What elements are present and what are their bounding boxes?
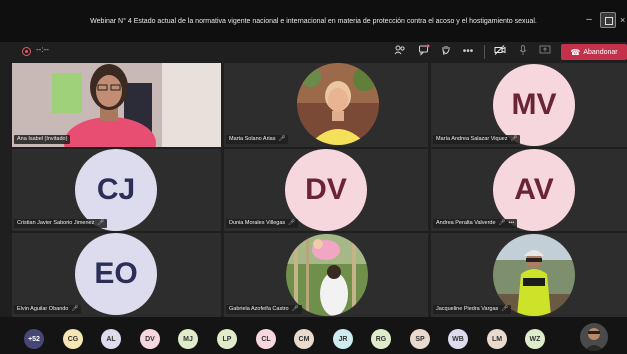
participant-avatar[interactable]: MJ bbox=[178, 329, 198, 349]
mic-muted-icon: 🎤︎ bbox=[291, 306, 299, 312]
participant-avatar[interactable]: CL bbox=[256, 329, 276, 349]
participant-name: Dunia Morales Villegas 🎤︎ bbox=[226, 219, 299, 228]
participant-tile[interactable]: Ana Isabel (Invitado) bbox=[12, 63, 221, 147]
participant-avatar[interactable]: RG bbox=[371, 329, 391, 349]
participant-avatar[interactable]: AL bbox=[101, 329, 121, 349]
participant-tile[interactable]: Marta Solano Arias 🎤︎ bbox=[224, 63, 428, 147]
mic-muted-icon: 🎤︎ bbox=[97, 220, 105, 226]
share-screen-icon[interactable] bbox=[537, 44, 553, 60]
phone-hangup-icon: ☎ bbox=[570, 47, 581, 57]
minimize-button[interactable]: – bbox=[582, 13, 596, 27]
mic-muted-icon: 🎤︎ bbox=[71, 306, 79, 312]
participant-name: Marta Solano Arias 🎤︎ bbox=[226, 135, 289, 144]
participant-avatar[interactable]: LP bbox=[217, 329, 237, 349]
title-bar: Webinar N° 4 Estado actual de la normati… bbox=[0, 0, 627, 42]
participant-name: Cristian Javier Saborio Jimenez 🎤︎ bbox=[14, 219, 108, 228]
leave-button[interactable]: ☎ Abandonar bbox=[561, 44, 627, 60]
maximize-button[interactable] bbox=[600, 12, 616, 28]
participant-avatar-photo bbox=[297, 63, 379, 145]
close-button[interactable]: × bbox=[620, 13, 627, 27]
participant-initials: EO bbox=[75, 233, 157, 315]
participant-name: Gabriela Azofeifa Castro 🎤︎ bbox=[226, 305, 302, 314]
self-video-thumbnail[interactable] bbox=[580, 323, 608, 351]
participant-tile[interactable]: EO Elvin Aguilar Obando 🎤︎ bbox=[12, 233, 221, 317]
mic-muted-icon: 🎤︎ bbox=[510, 136, 518, 142]
recording-icon bbox=[22, 47, 31, 56]
participant-avatar[interactable]: LM bbox=[487, 329, 507, 349]
participant-tile[interactable]: AV Andrea Peralta Valverde 🎤︎ ••• bbox=[431, 149, 627, 231]
participant-avatar[interactable]: CG bbox=[63, 329, 83, 349]
meeting-toolbar: --:-- ••• ☎ Abandonar bbox=[0, 42, 627, 63]
more-options-icon[interactable]: ••• bbox=[509, 220, 515, 226]
recording-time: --:-- bbox=[36, 45, 49, 54]
participant-name: María Andrea Salazar Viquez 🎤︎ bbox=[433, 135, 521, 144]
mic-muted-icon: 🎤︎ bbox=[288, 220, 296, 226]
participant-avatar[interactable]: WB bbox=[448, 329, 468, 349]
participants-icon[interactable] bbox=[392, 44, 408, 60]
participant-name: Jacqueline Piedra Vargas 🎤︎ bbox=[433, 305, 512, 314]
participant-tile[interactable]: MV María Andrea Salazar Viquez 🎤︎ bbox=[431, 63, 627, 147]
participant-avatar[interactable]: SP bbox=[410, 329, 430, 349]
video-grid: Ana Isabel (Invitado) Marta Solano Arias… bbox=[12, 63, 627, 317]
participant-avatar[interactable]: CM bbox=[294, 329, 314, 349]
participant-tile[interactable]: CJ Cristian Javier Saborio Jimenez 🎤︎ bbox=[12, 149, 221, 231]
participant-name: Elvin Aguilar Obando 🎤︎ bbox=[14, 305, 82, 314]
participant-initials: MV bbox=[493, 64, 575, 146]
chat-icon[interactable] bbox=[416, 44, 432, 60]
toolbar-divider bbox=[484, 45, 485, 59]
participant-avatar[interactable]: JR bbox=[333, 329, 353, 349]
meeting-title: Webinar N° 4 Estado actual de la normati… bbox=[90, 17, 537, 25]
raise-hand-icon[interactable] bbox=[438, 44, 454, 60]
participant-avatar[interactable]: WZ bbox=[525, 329, 545, 349]
participant-avatar-photo bbox=[493, 234, 575, 316]
participant-name: Ana Isabel (Invitado) bbox=[14, 135, 71, 144]
participant-avatar[interactable]: DV bbox=[140, 329, 160, 349]
participant-tile[interactable]: DV Dunia Morales Villegas 🎤︎ bbox=[224, 149, 428, 231]
participant-tile[interactable]: Gabriela Azofeifa Castro 🎤︎ bbox=[224, 233, 428, 317]
leave-label: Abandonar bbox=[583, 48, 618, 56]
participant-name: Andrea Peralta Valverde 🎤︎ ••• bbox=[433, 219, 518, 228]
more-participants-badge[interactable]: +52 bbox=[24, 329, 44, 349]
mic-muted-icon: 🎤︎ bbox=[278, 136, 286, 142]
mic-muted-icon: 🎤︎ bbox=[501, 306, 509, 312]
participant-strip: +52 CG AL DV MJ LP CL CM JR RG SP WB LM … bbox=[0, 317, 627, 354]
camera-off-icon[interactable] bbox=[492, 44, 508, 60]
participant-avatar-photo bbox=[286, 234, 368, 316]
mic-muted-icon: 🎤︎ bbox=[498, 220, 506, 226]
participant-tile[interactable]: Jacqueline Piedra Vargas 🎤︎ bbox=[431, 233, 627, 317]
mic-icon[interactable] bbox=[515, 44, 531, 60]
more-actions-icon[interactable]: ••• bbox=[460, 44, 476, 60]
